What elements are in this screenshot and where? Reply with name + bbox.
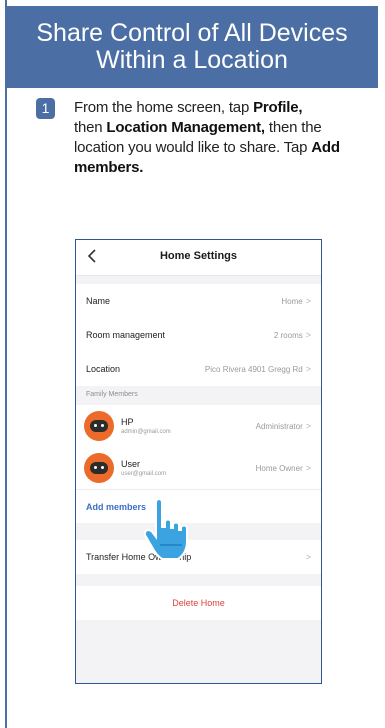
member-role: Home Owner <box>255 463 303 473</box>
delete-group: Delete Home <box>76 586 321 620</box>
instruction-page: Share Control of All Devices Within a Lo… <box>0 0 385 728</box>
avatar-icon <box>84 453 114 483</box>
step-text-1: From the home screen, tap <box>74 99 254 116</box>
step-bold-profile: Profile, <box>253 99 303 116</box>
page-header: Share Control of All Devices Within a Lo… <box>6 6 378 88</box>
row-name[interactable]: Name Home > <box>76 284 321 318</box>
row-location-value: Pico Rivera 4901 Gregg Rd <box>204 364 303 374</box>
pointing-hand-icon <box>143 498 188 560</box>
family-members-label: Family Members <box>86 391 138 398</box>
header-line-1: Share Control of All Devices <box>36 19 348 47</box>
member-name: HP <box>121 417 134 427</box>
delete-home-label: Delete Home <box>172 598 225 608</box>
transfer-group: Transfer Home Ownership > <box>76 540 321 574</box>
add-members-button[interactable]: Add members <box>76 489 321 523</box>
family-members-group: HP admin@gmail.com Administrator > User u… <box>76 405 321 523</box>
chevron-right-icon: > <box>305 421 311 431</box>
left-margin-rule <box>5 0 7 728</box>
row-room-label: Room management <box>86 330 166 340</box>
step-instructions: From the home screen, tap Profile, then … <box>74 98 364 178</box>
chevron-right-icon: > <box>305 296 311 306</box>
member-name: User <box>121 459 141 469</box>
row-location[interactable]: Location Pico Rivera 4901 Gregg Rd > <box>76 352 321 386</box>
phone-nav-bar: Home Settings <box>76 240 321 276</box>
member-row-user[interactable]: User user@gmail.com Home Owner > <box>76 447 321 489</box>
avatar-icon <box>84 411 114 441</box>
member-email: admin@gmail.com <box>121 429 171 435</box>
row-name-label: Name <box>86 296 111 306</box>
header-line-2: Within a Location <box>96 46 288 74</box>
step-text-2: then <box>74 119 107 136</box>
row-room-value: 2 rooms <box>273 330 303 340</box>
row-location-label: Location <box>86 364 121 374</box>
step-number-badge: 1 <box>36 98 55 119</box>
chevron-right-icon: > <box>305 364 311 374</box>
row-name-value: Home <box>281 296 303 306</box>
step-bold-location-management: Location Management, <box>106 119 265 136</box>
member-email: user@gmail.com <box>121 471 167 477</box>
phone-screenshot: Home Settings Name Home > Room management… <box>75 239 322 684</box>
phone-title: Home Settings <box>159 250 237 262</box>
settings-group: Name Home > Room management 2 rooms > Loca… <box>76 284 321 386</box>
chevron-right-icon: > <box>305 463 311 473</box>
chevron-right-icon: > <box>305 552 311 562</box>
row-room-management[interactable]: Room management 2 rooms > <box>76 318 321 352</box>
transfer-ownership-row[interactable]: Transfer Home Ownership > <box>76 540 321 574</box>
add-members-label: Add members <box>86 501 147 512</box>
chevron-right-icon: > <box>305 330 311 340</box>
delete-home-button[interactable]: Delete Home <box>76 586 321 620</box>
member-role: Administrator <box>255 421 303 431</box>
member-row-hp[interactable]: HP admin@gmail.com Administrator > <box>76 405 321 447</box>
